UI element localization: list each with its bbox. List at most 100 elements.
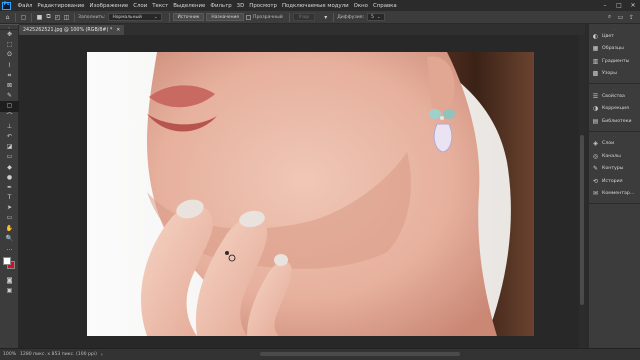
tools-panel: » ✥ ⬚ ʘ ⌇ ⌗ ⊠ ✎ ▢ ⌒ ⊥ ↶ ◪ ▭ ◆ ● ✒ T ➤ ▭ ✋ 🔍… ◙ ▣: [0, 25, 19, 348]
panel-item-label: Цвет: [602, 33, 615, 39]
new-selection-icon[interactable]: ■: [35, 13, 44, 22]
hand-icon[interactable]: ✋: [0, 224, 19, 234]
panel-item-patterns[interactable]: ▩ Узоры: [589, 68, 640, 81]
search-icon[interactable]: ⌕: [605, 13, 614, 22]
panel-item-properties[interactable]: ☰ Свойства: [589, 90, 640, 103]
rectangle-icon[interactable]: ▭: [0, 213, 19, 223]
panel-item-label: История: [602, 178, 623, 184]
diffusion-label: Диффузия:: [337, 14, 365, 20]
foreground-color-swatch[interactable]: [3, 257, 11, 266]
panel-item-swatches[interactable]: ▦ Образцы: [589, 43, 640, 56]
patch-tool-preset-icon[interactable]: ▢: [19, 13, 28, 22]
panel-item-label: Образцы: [602, 46, 624, 52]
menu-file[interactable]: Файл: [15, 3, 35, 9]
vertical-scrollbar-thumb[interactable]: [580, 135, 584, 305]
intersect-selection-icon[interactable]: ◫: [62, 13, 71, 22]
menu-3d[interactable]: 3D: [234, 3, 247, 9]
home-icon[interactable]: ⌂: [3, 13, 12, 22]
quick-mask-icon[interactable]: ◙: [0, 276, 19, 286]
minimize-icon[interactable]: –: [598, 0, 612, 11]
patch-icon[interactable]: ▢: [0, 101, 19, 112]
menu-plugins[interactable]: Подключаемые модули: [279, 3, 351, 9]
crop-icon[interactable]: ⌗: [0, 71, 19, 81]
diffusion-field[interactable]: 5 ⌄: [367, 13, 385, 21]
pen-icon[interactable]: ✒: [0, 183, 19, 193]
share-icon[interactable]: ⇪: [627, 13, 636, 22]
menu-layers[interactable]: Слои: [131, 3, 150, 9]
close-icon[interactable]: ✕: [626, 0, 640, 11]
document-info: 1280 пикс. x 853 пикс. (100 ppi): [20, 352, 97, 357]
menu-view[interactable]: Просмотр: [247, 3, 280, 9]
menu-filter[interactable]: Фильтр: [208, 3, 234, 9]
photoshop-logo: Ps: [2, 1, 11, 10]
comments-icon: ✉: [592, 190, 599, 198]
panel-item-adjustments[interactable]: ◑ Коррекция: [589, 103, 640, 116]
panel-item-libraries[interactable]: ▤ Библиотеки: [589, 115, 640, 128]
source-button[interactable]: Источник: [172, 13, 205, 21]
zoom-level[interactable]: 100%: [3, 352, 18, 357]
frame-icon[interactable]: ⊠: [0, 81, 19, 91]
canvas-photo[interactable]: [87, 52, 534, 336]
pattern-picker-icon[interactable]: ▾: [321, 13, 330, 22]
destination-button[interactable]: Назначение: [206, 13, 245, 21]
panel-item-color[interactable]: ◐ Цвет: [589, 30, 640, 43]
color-icon: ◐: [592, 32, 599, 40]
adjustments-icon: ◑: [592, 105, 599, 113]
menu-bar: Ps Файл Редактирование Изображение Слои …: [0, 0, 640, 11]
eraser-icon[interactable]: ◪: [0, 142, 19, 152]
dodge-icon[interactable]: ●: [0, 173, 19, 183]
horizontal-scrollbar[interactable]: [260, 352, 460, 356]
status-menu-icon[interactable]: ›: [101, 352, 103, 358]
menu-image[interactable]: Изображение: [87, 3, 131, 9]
panel-item-paths[interactable]: ✎ Контуры: [589, 163, 640, 176]
lasso-icon[interactable]: ʘ: [0, 50, 19, 60]
gradient-icon[interactable]: ▭: [0, 152, 19, 162]
panel-item-label: Свойства: [602, 93, 625, 99]
fill-mode-value: Нормальный: [112, 14, 142, 20]
path-select-icon[interactable]: ➤: [0, 203, 19, 213]
panel-item-history[interactable]: ⟲ История: [589, 175, 640, 188]
gradients-icon: ▥: [592, 57, 599, 65]
type-icon[interactable]: T: [0, 193, 19, 203]
fill-mode-select[interactable]: Нормальный ⌄: [108, 13, 162, 21]
divider: [15, 12, 16, 22]
marquee-icon[interactable]: ⬚: [0, 40, 19, 50]
panel-item-channels[interactable]: ◎ Каналы: [589, 150, 640, 163]
panels-dock: ‥ ◐ Цвет ▦ Образцы ▥ Градиенты ▩ Узоры ‥ ☰ Свойс…: [589, 24, 640, 348]
close-icon[interactable]: ✕: [116, 28, 120, 33]
panel-item-comments[interactable]: ✉ Комментар…: [589, 188, 640, 201]
canvas-area[interactable]: [19, 35, 585, 348]
panel-item-layers[interactable]: ◈ Слои: [589, 138, 640, 151]
quick-select-icon[interactable]: ⌇: [0, 61, 19, 71]
document-tab[interactable]: 2425262521.jpg @ 100% (RGB/8#) * ✕: [19, 25, 125, 35]
eyedropper-icon[interactable]: ✎: [0, 91, 19, 101]
workspace-icon[interactable]: ▭: [616, 13, 625, 22]
history-brush-icon[interactable]: ↶: [0, 132, 19, 142]
divider: [288, 12, 290, 22]
panel-item-label: Каналы: [602, 153, 621, 159]
menu-window[interactable]: Окно: [351, 3, 370, 9]
status-bar: 100% 1280 пикс. x 853 пикс. (100 ppi) ›: [0, 348, 640, 360]
panel-item-label: Комментар…: [602, 191, 635, 197]
menu-type[interactable]: Текст: [150, 3, 171, 9]
move-icon[interactable]: ✥: [0, 30, 19, 40]
zoom-icon[interactable]: 🔍: [0, 234, 19, 244]
blur-icon[interactable]: ◆: [0, 162, 19, 172]
menu-edit[interactable]: Редактирование: [35, 3, 87, 9]
brush-icon[interactable]: ⌒: [0, 112, 19, 122]
screen-mode-icon[interactable]: ▣: [0, 286, 19, 296]
options-bar: ⌂ ▢ ■ ⧉ ◰ ◫ Заполнить: Нормальный ⌄ Исто…: [0, 11, 640, 24]
subtract-selection-icon[interactable]: ◰: [53, 13, 62, 22]
clone-stamp-icon[interactable]: ⊥: [0, 122, 19, 132]
more-tools-icon[interactable]: …: [0, 244, 19, 254]
libraries-icon: ▤: [592, 117, 599, 125]
history-icon: ⟲: [592, 177, 599, 185]
maximize-icon[interactable]: □: [612, 0, 626, 11]
transparent-checkbox[interactable]: [246, 14, 252, 20]
menu-select[interactable]: Выделение: [171, 3, 208, 9]
panel-item-gradients[interactable]: ▥ Градиенты: [589, 55, 640, 68]
use-pattern-button[interactable]: Узор: [292, 13, 316, 21]
add-selection-icon[interactable]: ⧉: [44, 13, 53, 22]
menu-help[interactable]: Справка: [370, 3, 399, 9]
panel-item-label: Градиенты: [602, 58, 630, 64]
